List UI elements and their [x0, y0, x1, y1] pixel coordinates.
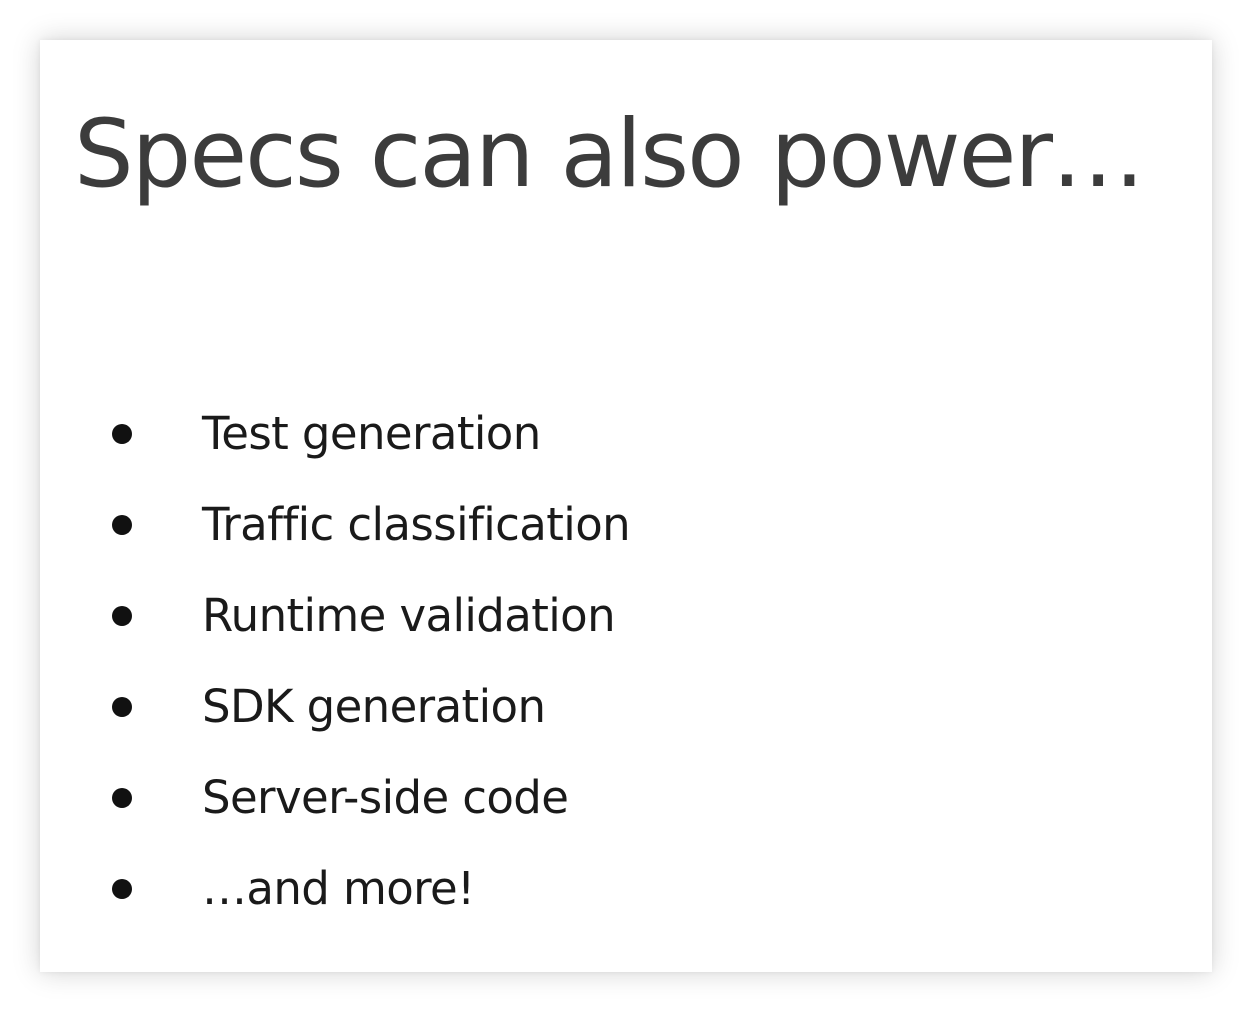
list-item: …and more!: [108, 843, 630, 934]
bullet-text: …and more!: [202, 862, 475, 915]
bullet-icon: [112, 878, 132, 899]
bullet-icon: [112, 605, 132, 626]
list-item: Server-side code: [108, 752, 630, 843]
slide: Specs can also power… Test generation Tr…: [40, 40, 1212, 972]
bullet-icon: [112, 787, 132, 808]
bullet-text: Server-side code: [202, 771, 569, 824]
page: Specs can also power… Test generation Tr…: [0, 0, 1252, 1012]
list-item: Runtime validation: [108, 570, 630, 661]
bullet-text: Test generation: [202, 407, 541, 460]
list-item: SDK generation: [108, 661, 630, 752]
slide-title: Specs can also power…: [74, 100, 1145, 209]
bullet-icon: [112, 696, 132, 717]
bullet-list: Test generation Traffic classification R…: [108, 388, 631, 934]
bullet-text: Runtime validation: [202, 589, 616, 642]
bullet-text: Traffic classification: [202, 498, 631, 551]
bullet-text: SDK generation: [202, 680, 546, 733]
list-item: Test generation: [108, 388, 630, 479]
bullet-icon: [112, 514, 132, 535]
list-item: Traffic classification: [108, 479, 631, 570]
bullet-icon: [112, 423, 132, 444]
